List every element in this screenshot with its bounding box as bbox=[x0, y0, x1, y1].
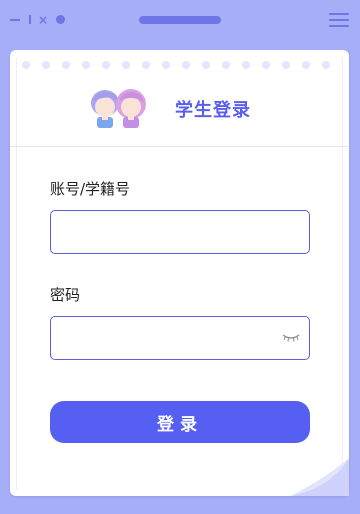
binding-holes bbox=[22, 61, 342, 71]
handle-icon bbox=[139, 16, 221, 24]
account-label: 账号/学籍号 bbox=[50, 180, 131, 198]
account-input[interactable] bbox=[50, 210, 310, 254]
page-title: 学生登录 bbox=[175, 100, 251, 121]
close-icon[interactable]: × bbox=[38, 10, 48, 30]
login-card: 学生登录 账号/学籍号 密码 登录 bbox=[10, 50, 349, 496]
login-button[interactable]: 登录 bbox=[50, 401, 310, 443]
password-label: 密码 bbox=[50, 286, 81, 304]
password-input[interactable] bbox=[50, 316, 310, 360]
page-corner-fold bbox=[290, 458, 349, 496]
maximize-icon[interactable] bbox=[29, 15, 31, 24]
window-title-bar: × bbox=[0, 0, 360, 40]
students-icon bbox=[91, 89, 146, 128]
eye-closed-icon[interactable] bbox=[282, 332, 300, 342]
login-header: 学生登录 bbox=[10, 80, 349, 147]
minimize-icon[interactable] bbox=[10, 19, 20, 21]
menu-icon[interactable] bbox=[329, 13, 349, 27]
dot-icon bbox=[56, 15, 65, 24]
